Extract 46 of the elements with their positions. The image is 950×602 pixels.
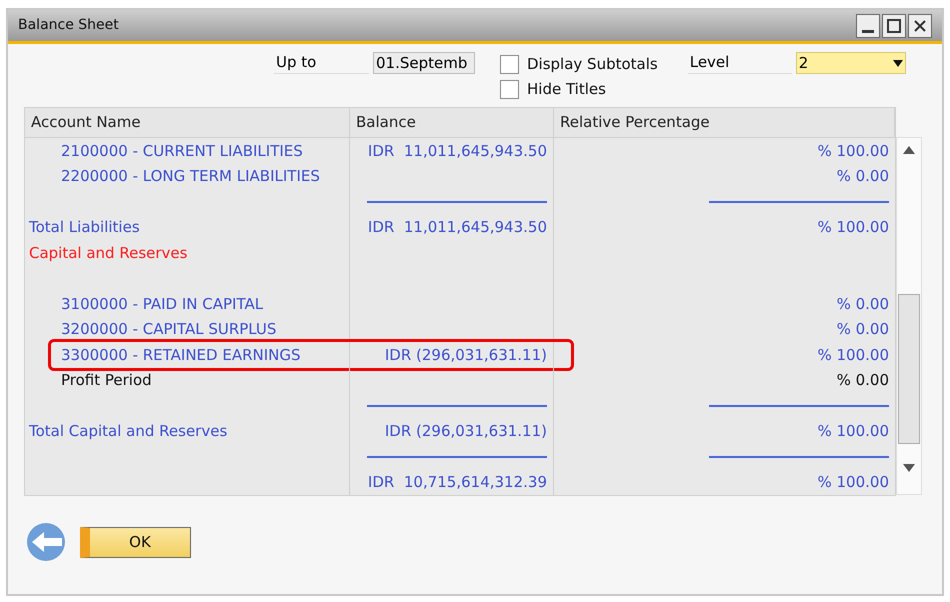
balance-value: IDR 11,011,645,943.50 [368, 217, 547, 238]
balance-value: IDR 10,715,614,312.39 [368, 472, 547, 493]
ok-button[interactable]: OK [80, 526, 191, 558]
account-name: Capital and Reserves [29, 242, 188, 264]
scroll-up-icon[interactable] [903, 146, 915, 154]
column-header[interactable]: Relative Percentage [554, 108, 895, 137]
account-name: 3200000 - CAPITAL SURPLUS [61, 319, 276, 340]
scroll-thumb[interactable] [898, 294, 920, 444]
column-header[interactable]: Account Name [25, 108, 350, 137]
date-field[interactable]: 01.Septemb [373, 52, 475, 74]
percentage-value: % 0.00 [836, 319, 889, 340]
balance-value: IDR 11,011,645,943.50 [368, 140, 547, 162]
scroll-down-icon[interactable] [903, 464, 915, 472]
percentage-value: % 100.00 [817, 344, 889, 366]
account-name: Total Capital and Reserves [29, 421, 228, 442]
account-name: Profit Period [61, 370, 152, 391]
minimize-button[interactable] [856, 14, 880, 38]
account-name: Total Liabilities [29, 217, 140, 238]
checkbox-label: Display Subtotals [527, 54, 658, 75]
account-name: 2200000 - LONG TERM LIABILITIES [61, 166, 320, 187]
back-button[interactable] [24, 522, 68, 562]
balance-value: IDR (296,031,631.11) [384, 421, 547, 442]
level-dropdown[interactable]: 2 [796, 52, 906, 74]
checkbox[interactable] [500, 54, 519, 74]
percentage-value: % 100.00 [817, 140, 889, 162]
checkbox[interactable] [500, 80, 519, 98]
close-button[interactable] [908, 14, 932, 38]
close-icon [914, 20, 926, 32]
checkbox-label: Hide Titles [527, 78, 606, 100]
balance-value: IDR (296,031,631.11) [384, 344, 547, 366]
window-title: Balance Sheet [18, 16, 120, 35]
up-to-label: Up to [274, 52, 369, 74]
percentage-value: % 0.00 [836, 166, 889, 187]
percentage-value: % 100.00 [817, 421, 889, 442]
level-label: Level [688, 52, 792, 74]
column-header[interactable]: Balance [350, 108, 554, 137]
maximize-button[interactable] [882, 14, 906, 38]
dropdown-caret-icon [892, 60, 903, 66]
account-name: 2100000 - CURRENT LIABILITIES [61, 140, 303, 162]
percentage-value: % 0.00 [836, 294, 889, 314]
account-name: 3300000 - RETAINED EARNINGS [61, 344, 301, 366]
account-name: 3100000 - PAID IN CAPITAL [61, 294, 264, 314]
percentage-value: % 100.00 [817, 472, 889, 493]
scrollbar[interactable] [896, 137, 922, 495]
percentage-value: % 100.00 [817, 217, 889, 238]
percentage-value: % 0.00 [836, 370, 889, 391]
